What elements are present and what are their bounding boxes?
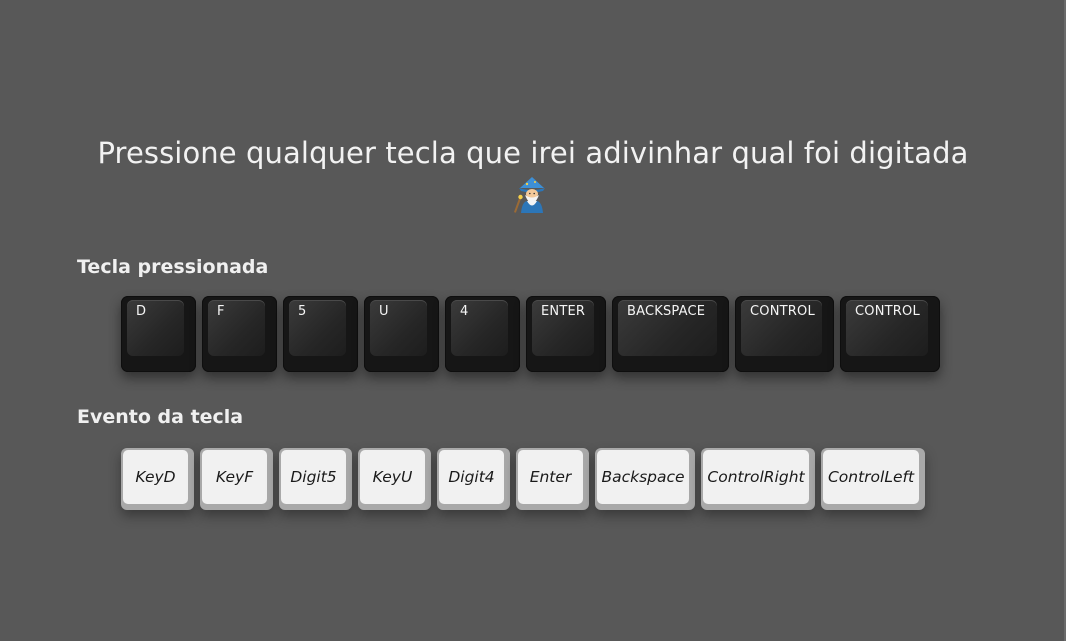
event-key-code: KeyU: [372, 468, 413, 486]
event-key-code: KeyF: [215, 468, 254, 486]
pressed-key-label: U: [379, 304, 389, 319]
pressed-key: CONTROL: [735, 296, 834, 372]
event-key: KeyD: [121, 448, 194, 510]
pressed-key: ENTER: [526, 296, 606, 372]
event-key-code: ControlLeft: [827, 468, 915, 486]
pressed-key: U: [364, 296, 439, 372]
key-event-section-label: Evento da tecla: [77, 406, 244, 428]
event-key: KeyU: [358, 448, 431, 510]
event-key: Backspace: [595, 448, 695, 510]
pressed-key: D: [121, 296, 196, 372]
pressed-key: 5: [283, 296, 358, 372]
event-key-code: Digit4: [448, 468, 495, 486]
event-key: ControlLeft: [821, 448, 925, 510]
pressed-key-label: CONTROL: [750, 304, 815, 319]
pressed-key: BACKSPACE: [612, 296, 729, 372]
pressed-key-label: BACKSPACE: [627, 304, 706, 319]
pressed-key-label: 4: [460, 304, 469, 319]
event-key-code: Enter: [529, 468, 572, 486]
pressed-key: F: [202, 296, 277, 372]
event-key-code: ControlRight: [707, 468, 805, 486]
pressed-key: 4: [445, 296, 520, 372]
event-key: Enter: [516, 448, 589, 510]
pressed-key-label: D: [136, 304, 147, 319]
pressed-key-section-label: Tecla pressionada: [77, 256, 269, 278]
event-key: KeyF: [200, 448, 273, 510]
event-key: Digit4: [437, 448, 510, 510]
event-key-code: Digit5: [290, 468, 337, 486]
pressed-key-label: F: [217, 304, 225, 319]
event-key-code: KeyD: [135, 468, 176, 486]
event-key: Digit5: [279, 448, 352, 510]
wizard-icon: [513, 177, 545, 213]
pressed-key: CONTROL: [840, 296, 940, 372]
pressed-key-label: 5: [298, 304, 307, 319]
pressed-key-label: ENTER: [541, 304, 586, 319]
pressed-key-label: CONTROL: [855, 304, 920, 319]
event-key: ControlRight: [701, 448, 815, 510]
pressed-keys-row: D F 5 U 4 ENTER BACKSPACE CONTROL CONTRO…: [121, 296, 940, 372]
event-key-code: Backspace: [601, 468, 685, 486]
page-title: Pressione qualquer tecla que irei adivin…: [97, 136, 969, 170]
event-keys-row: KeyD KeyF Digit5 KeyU Digit4 Enter Backs…: [121, 448, 925, 510]
